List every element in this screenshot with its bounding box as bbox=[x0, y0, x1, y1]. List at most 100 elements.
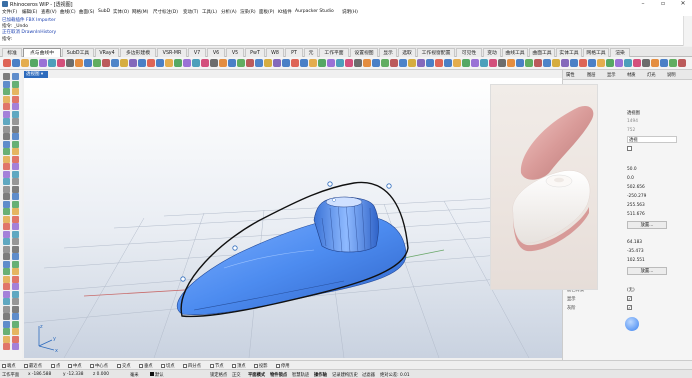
left-tool-icon[interactable] bbox=[12, 133, 19, 140]
osnap-checkbox[interactable] bbox=[210, 363, 214, 368]
toolbar-tool-icon[interactable] bbox=[318, 59, 326, 67]
toolbar-tool-icon[interactable] bbox=[174, 59, 182, 67]
menu-file[interactable]: 文件(F) bbox=[2, 9, 17, 15]
target-y-value[interactable]: 255.563 bbox=[627, 203, 645, 208]
toolbar-tool-icon[interactable] bbox=[534, 59, 542, 67]
toolbar-tool-icon[interactable] bbox=[129, 59, 137, 67]
osnap-checkbox[interactable] bbox=[161, 363, 165, 368]
toolbar-tool-icon[interactable] bbox=[57, 59, 65, 67]
place-target-button[interactable]: 放置... bbox=[627, 267, 667, 275]
left-tool-icon[interactable] bbox=[12, 343, 19, 350]
target-z-value[interactable]: 511.676 bbox=[627, 212, 645, 217]
status-cplane[interactable]: 工作平面 bbox=[2, 372, 19, 378]
osnap-checkbox[interactable] bbox=[254, 363, 258, 368]
left-tool-icon[interactable] bbox=[12, 185, 19, 193]
menu-curve[interactable]: 曲线(C) bbox=[60, 9, 76, 15]
osnap-checkbox[interactable] bbox=[2, 363, 6, 368]
left-tool-icon[interactable] bbox=[3, 73, 10, 80]
left-tool-icon[interactable] bbox=[12, 268, 19, 275]
left-tool-icon[interactable] bbox=[3, 125, 10, 133]
left-tool-icon[interactable] bbox=[12, 215, 19, 223]
toolbar-tool-icon[interactable] bbox=[156, 59, 164, 67]
left-tool-icon[interactable] bbox=[12, 73, 19, 80]
toolbar-tab[interactable]: 曲面工具 bbox=[529, 48, 555, 57]
toolbar-tool-icon[interactable] bbox=[615, 59, 623, 67]
left-tool-icon[interactable] bbox=[3, 313, 10, 320]
toolbar-tab[interactable]: 渲染 bbox=[610, 48, 630, 57]
status-layer[interactable]: 默认 bbox=[150, 372, 164, 378]
menu-analyze[interactable]: 分析(A) bbox=[221, 9, 237, 15]
left-tool-icon[interactable] bbox=[3, 140, 10, 148]
toolbar-tool-icon[interactable] bbox=[507, 59, 515, 67]
toolbar-tool-icon[interactable] bbox=[426, 59, 434, 67]
toolbar-tool-icon[interactable] bbox=[102, 59, 110, 67]
toolbar-tool-icon[interactable] bbox=[462, 59, 470, 67]
toolbar-tool-icon[interactable] bbox=[327, 59, 335, 67]
status-gumball[interactable]: 操作轴 bbox=[314, 372, 327, 378]
left-tool-icon[interactable] bbox=[3, 320, 10, 328]
left-tool-icon[interactable] bbox=[3, 253, 10, 260]
toolbar-tab[interactable]: 可见性 bbox=[456, 48, 482, 57]
toolbar-tool-icon[interactable] bbox=[552, 59, 560, 67]
left-tool-icon[interactable] bbox=[12, 290, 19, 298]
status-history[interactable]: 记录建构历史 bbox=[332, 372, 358, 378]
panel-tab-help[interactable]: 说明 bbox=[667, 72, 676, 78]
toolbar-tool-icon[interactable] bbox=[408, 59, 416, 67]
menu-render[interactable]: 渲染(R) bbox=[240, 9, 256, 15]
toolbar-tool-icon[interactable] bbox=[75, 59, 83, 67]
left-tool-icon[interactable] bbox=[12, 103, 19, 110]
toolbar-tab[interactable]: 多边形建模 bbox=[120, 48, 156, 57]
left-tool-icon[interactable] bbox=[12, 170, 19, 178]
toolbar-tool-icon[interactable] bbox=[471, 59, 479, 67]
toolbar-tool-icon[interactable] bbox=[480, 59, 488, 67]
toolbar-tool-icon[interactable] bbox=[354, 59, 362, 67]
left-tool-icon[interactable] bbox=[12, 305, 19, 313]
left-tool-icon[interactable] bbox=[3, 200, 10, 208]
left-tool-icon[interactable] bbox=[12, 193, 19, 200]
menu-solid[interactable]: 实体(O) bbox=[113, 9, 129, 15]
left-tool-icon[interactable] bbox=[12, 320, 19, 328]
menu-aurpacker[interactable]: Aurpacker Studio bbox=[295, 9, 334, 14]
toolbar-tool-icon[interactable] bbox=[525, 59, 533, 67]
left-tool-icon[interactable] bbox=[12, 148, 19, 155]
left-tool-icon[interactable] bbox=[3, 298, 10, 305]
toolbar-tab[interactable]: 点与曲线中 bbox=[23, 48, 61, 57]
osnap-checkbox[interactable] bbox=[68, 363, 72, 368]
toolbar-tool-icon[interactable] bbox=[264, 59, 272, 67]
target-value-3[interactable]: 102.551 bbox=[627, 258, 645, 263]
toolbar-tool-icon[interactable] bbox=[309, 59, 317, 67]
left-tool-icon[interactable] bbox=[3, 290, 10, 298]
left-tool-icon[interactable] bbox=[12, 245, 19, 253]
osnap-checkbox[interactable] bbox=[232, 363, 236, 368]
toolbar-tool-icon[interactable] bbox=[273, 59, 281, 67]
toolbar-tool-icon[interactable] bbox=[210, 59, 218, 67]
osnap-checkbox[interactable] bbox=[51, 363, 55, 368]
toolbar-tool-icon[interactable] bbox=[678, 59, 686, 67]
left-tool-icon[interactable] bbox=[12, 283, 19, 290]
command-prompt[interactable]: 指令: bbox=[2, 36, 13, 42]
toolbar-tool-icon[interactable] bbox=[336, 59, 344, 67]
osnap-checkbox[interactable] bbox=[276, 363, 280, 368]
toolbar-tool-icon[interactable] bbox=[516, 59, 524, 67]
panel-tab-properties[interactable]: 属性 bbox=[566, 72, 575, 78]
toolbar-tool-icon[interactable] bbox=[570, 59, 578, 67]
left-tool-icon[interactable] bbox=[3, 283, 10, 290]
toolbar-tool-icon[interactable] bbox=[21, 59, 29, 67]
toolbar-tool-icon[interactable] bbox=[399, 59, 407, 67]
left-tool-icon[interactable] bbox=[3, 133, 10, 140]
status-grid-snap[interactable]: 锁定格点 bbox=[210, 372, 227, 378]
left-tool-icon[interactable] bbox=[3, 148, 10, 155]
toolbar-tab[interactable]: 变动 bbox=[483, 48, 501, 57]
close-button[interactable]: ✕ bbox=[676, 0, 690, 8]
lock-checkbox[interactable] bbox=[627, 146, 632, 151]
camera-x-value[interactable]: 50.0 bbox=[627, 167, 637, 172]
menu-dimension[interactable]: 尺寸标注(D) bbox=[153, 9, 178, 15]
panel-tab-display[interactable]: 显示 bbox=[607, 72, 616, 78]
toolbar-tool-icon[interactable] bbox=[255, 59, 263, 67]
toolbar-tool-icon[interactable] bbox=[165, 59, 173, 67]
toolbar-tool-icon[interactable] bbox=[642, 59, 650, 67]
history-scrollbar[interactable] bbox=[683, 16, 692, 46]
toolbar-tool-icon[interactable] bbox=[444, 59, 452, 67]
left-tool-icon[interactable] bbox=[12, 110, 19, 118]
left-tool-icon[interactable] bbox=[12, 260, 19, 268]
